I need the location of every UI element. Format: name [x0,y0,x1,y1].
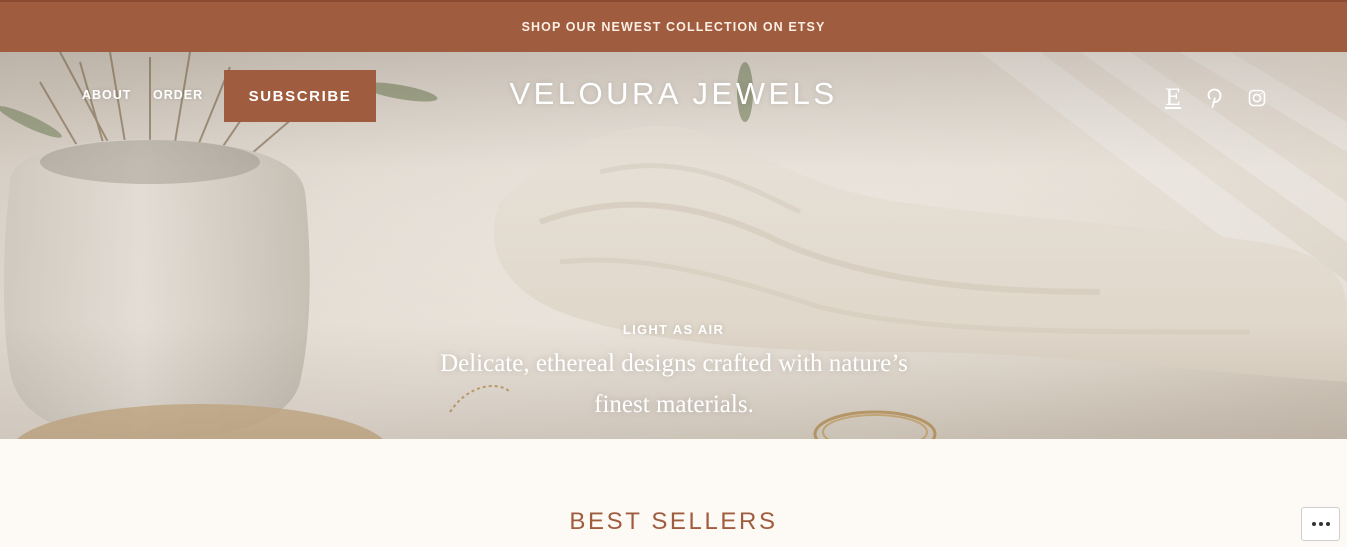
announcement-bar: SHOP OUR NEWEST COLLECTION ON ETSY [0,0,1347,52]
etsy-icon[interactable]: E [1160,85,1186,111]
pinterest-icon[interactable] [1202,85,1228,111]
instagram-icon[interactable] [1244,85,1270,111]
hero-kicker: LIGHT AS AIR [622,322,725,337]
site-title[interactable]: VELOURA JEWELS [0,76,1347,112]
hero-tagline: Delicate, ethereal designs crafted with … [440,350,908,418]
more-options-button[interactable] [1301,507,1340,541]
site-header: ABOUT ORDER SUBSCRIBE VELOURA JEWELS E [0,52,1347,138]
ellipsis-icon [1311,522,1330,526]
best-sellers-heading: BEST SELLERS [569,508,778,535]
announcement-link[interactable]: SHOP OUR NEWEST COLLECTION ON ETSY [522,20,826,34]
